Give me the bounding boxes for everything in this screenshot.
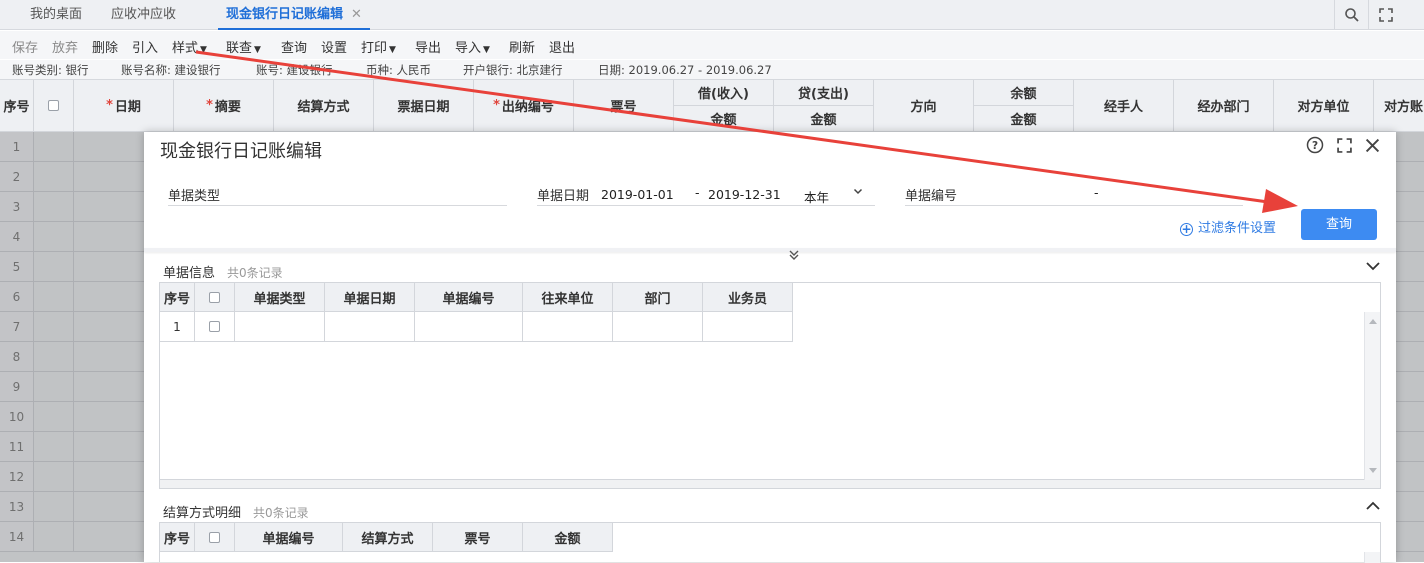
annotation-arrow <box>195 50 1298 213</box>
arrow-line <box>195 50 1269 204</box>
arrow-head <box>1262 189 1298 213</box>
